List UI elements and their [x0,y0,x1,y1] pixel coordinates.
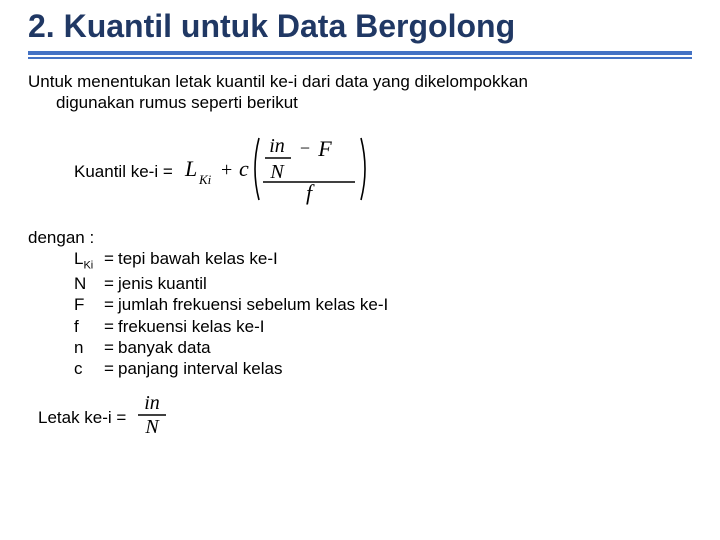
formula-row: Kuantil ke-i = L Ki + c in N [74,132,692,211]
svg-text:f: f [306,180,315,205]
definitions-list: LKi = tepi bawah kelas ke-I N=jenis kuan… [28,248,692,379]
intro-line-2: digunakan rumus seperti berikut [28,93,298,112]
intro-line-1: Untuk menentukan letak kuantil ke-i dari… [28,72,528,91]
def-row: N=jenis kuantil [74,273,692,294]
svg-text:−: − [300,138,310,158]
letak-label: Letak ke-i = [38,407,126,428]
svg-text:F: F [317,136,332,161]
accent-bar-thin [28,57,692,59]
def-row: F=jumlah frekuensi sebelum kelas ke-I [74,294,692,315]
dengan-label: dengan : [28,227,692,248]
svg-text:N: N [145,416,161,437]
svg-text:in: in [269,135,285,157]
letak-fraction: in N [134,393,170,442]
svg-text:Ki: Ki [198,172,212,187]
svg-text:+: + [221,159,232,181]
letak-row: Letak ke-i = in N [38,393,692,442]
svg-text:c: c [239,156,249,181]
intro-text: Untuk menentukan letak kuantil ke-i dari… [28,71,692,114]
svg-text:in: in [145,393,161,414]
svg-text:N: N [269,161,285,183]
page-title: 2. Kuantil untuk Data Bergolong [28,8,692,45]
accent-bar [28,51,692,55]
formula-svg: L Ki + c in N − F [183,132,373,211]
def-row: f=frekuensi kelas ke-I [74,316,692,337]
def-row: n=banyak data [74,337,692,358]
def-row: LKi = tepi bawah kelas ke-I [74,248,692,273]
def-row: c=panjang interval kelas [74,358,692,379]
formula-label: Kuantil ke-i = [74,161,173,182]
svg-text:L: L [184,156,197,181]
